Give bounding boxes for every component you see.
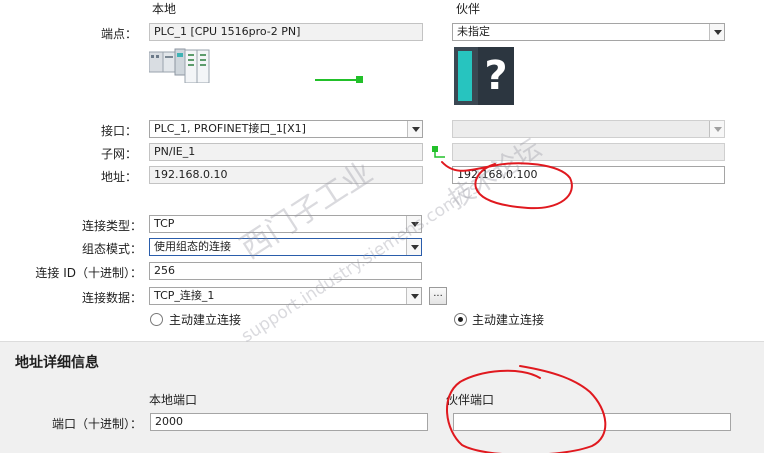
plc-device-icon xyxy=(148,47,211,86)
partner-endpoint-select[interactable]: 未指定 xyxy=(452,23,725,41)
local-active-connection-label: 主动建立连接 xyxy=(169,313,242,327)
chevron-down-icon[interactable] xyxy=(406,216,421,232)
address-details-section xyxy=(0,341,764,453)
partner-active-connection-label: 主动建立连接 xyxy=(472,313,545,327)
connection-data-value: TCP_连接_1 xyxy=(154,289,215,302)
chevron-down-icon[interactable] xyxy=(709,24,724,40)
partner-column-header: 伙伴 xyxy=(456,2,481,16)
connection-data-label: 连接数据： xyxy=(81,291,142,305)
chevron-down-icon[interactable] xyxy=(406,288,421,304)
connection-id-label: 连接 ID（十进制）： xyxy=(35,266,142,280)
partner-port-header: 伙伴端口 xyxy=(446,393,495,407)
config-mode-select[interactable]: 使用组态的连接 xyxy=(149,238,422,256)
local-column-header: 本地 xyxy=(152,2,177,16)
connection-data-select[interactable]: TCP_连接_1 xyxy=(149,287,422,305)
partner-address-input[interactable]: 192.168.0.100 xyxy=(452,166,725,184)
subnet-connection-icon xyxy=(431,145,447,164)
local-interface-select[interactable]: PLC_1, PROFINET接口_1[X1] xyxy=(149,120,423,138)
port-label: 端口（十进制）： xyxy=(51,417,142,431)
partner-subnet-field xyxy=(452,143,725,161)
svg-text:?: ? xyxy=(484,53,507,99)
address-details-title: 地址详细信息 xyxy=(15,355,99,371)
partner-active-connection-radio[interactable] xyxy=(454,313,467,326)
browse-connection-data-button[interactable]: ... xyxy=(429,287,447,305)
chevron-down-icon xyxy=(709,121,724,137)
interface-label: 接口： xyxy=(100,124,137,138)
subnet-label: 子网： xyxy=(100,147,137,161)
local-active-connection-radio[interactable] xyxy=(150,313,163,326)
endpoint-label: 端点： xyxy=(100,27,137,41)
address-label: 地址： xyxy=(100,170,137,184)
connection-type-value: TCP xyxy=(154,217,175,230)
network-link-icon xyxy=(315,74,365,89)
partner-endpoint-value: 未指定 xyxy=(457,25,490,38)
connection-type-select[interactable]: TCP xyxy=(149,215,422,233)
connection-type-label: 连接类型： xyxy=(81,219,142,233)
local-port-input[interactable]: 2000 xyxy=(150,413,428,431)
chevron-down-icon[interactable] xyxy=(407,121,422,137)
connection-id-input[interactable]: 256 xyxy=(149,262,422,280)
config-mode-label: 组态模式： xyxy=(81,242,142,256)
partner-port-input[interactable] xyxy=(453,413,731,431)
local-interface-value: PLC_1, PROFINET接口_1[X1] xyxy=(154,122,306,135)
local-endpoint-field: PLC_1 [CPU 1516pro-2 PN] xyxy=(149,23,423,41)
config-mode-value: 使用组态的连接 xyxy=(154,240,231,253)
local-address-field: 192.168.0.10 xyxy=(149,166,423,184)
local-port-header: 本地端口 xyxy=(149,393,198,407)
chevron-down-icon[interactable] xyxy=(406,239,421,255)
unknown-device-icon: ? xyxy=(454,47,514,108)
partner-interface-select xyxy=(452,120,725,138)
local-subnet-field: PN/IE_1 xyxy=(149,143,423,161)
